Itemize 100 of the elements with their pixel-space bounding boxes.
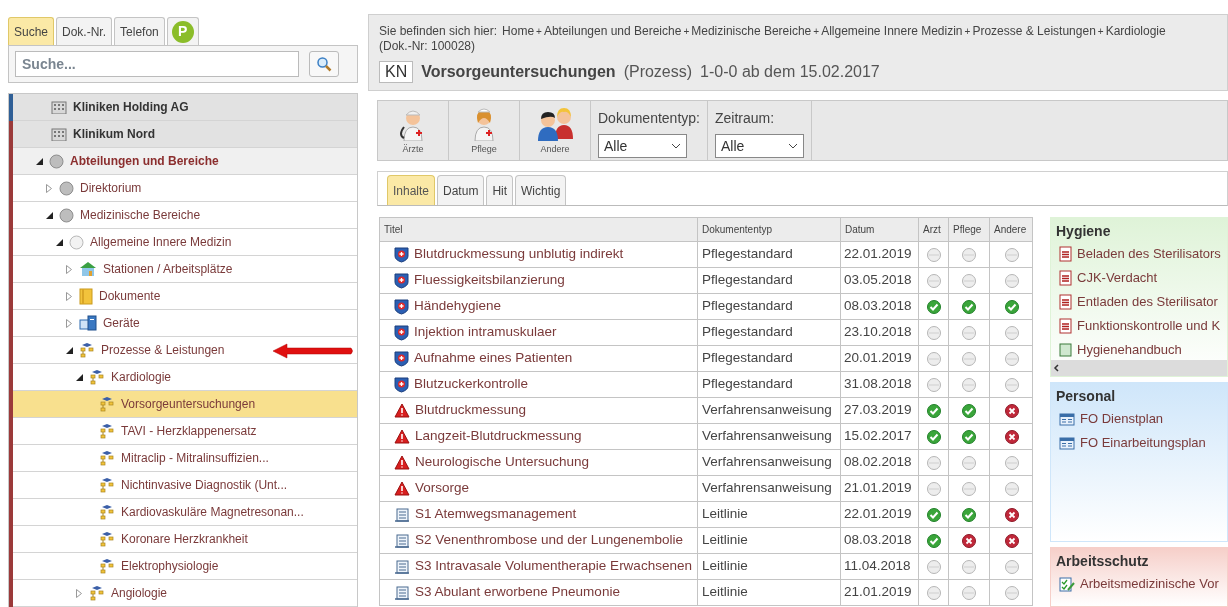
flowchart-icon <box>89 369 105 385</box>
column-header[interactable]: Dokumententyp <box>698 218 841 241</box>
table-cell: 23.10.2018 <box>841 320 919 345</box>
table-cell: Pflegestandard <box>698 346 841 371</box>
document-link[interactable]: Vorsorge <box>415 478 470 499</box>
table-cell: Pflegestandard <box>698 320 841 345</box>
table-cell: Leitlinie <box>698 502 841 527</box>
table-cell: Verfahrensanweisung <box>698 398 841 423</box>
role-button[interactable]: Pflege <box>449 101 520 160</box>
table-cell: 08.03.2018 <box>841 528 919 553</box>
search-tab[interactable]: Telefon <box>114 17 165 45</box>
table-cell: 21.01.2019 <box>841 580 919 605</box>
computer-icon <box>79 315 97 331</box>
column-header[interactable]: Andere <box>990 218 1033 241</box>
table-cell: 15.02.2017 <box>841 424 919 449</box>
panel-title: Arbeitsschutz <box>1055 552 1150 571</box>
view-tab[interactable]: Datum <box>437 175 485 205</box>
column-header[interactable]: Pflege <box>949 218 990 241</box>
document-link[interactable]: S3 Abulant erworbene Pneumonie <box>415 582 620 603</box>
view-tab[interactable]: Hit <box>486 175 514 205</box>
checklist-icon <box>1059 576 1075 592</box>
document-link[interactable]: S2 Venenthrombose und der Lungenembolie <box>415 530 683 551</box>
flowchart-icon <box>99 477 115 493</box>
table-cell: Leitlinie <box>698 554 841 579</box>
sphere-icon <box>59 180 74 196</box>
table-cell: Verfahrensanweisung <box>698 476 841 501</box>
table-cell: 03.05.2018 <box>841 268 919 293</box>
document-link[interactable]: FO Einarbeitungsplan <box>1080 433 1206 453</box>
flowchart-icon <box>79 342 95 358</box>
document-type: (Prozess) <box>623 62 693 82</box>
document-link[interactable]: S1 Atemwegsmanagement <box>415 504 577 525</box>
document-link[interactable]: Hygienehandbuch <box>1077 340 1182 360</box>
breadcrumb-link[interactable]: Medizinische Bereiche <box>691 24 812 39</box>
shield-icon <box>394 376 409 393</box>
document-link[interactable]: Entladen des Sterilisator <box>1077 292 1218 312</box>
document-link[interactable]: Aufnahme eines Patienten <box>414 348 573 369</box>
warning-icon <box>394 481 410 496</box>
breadcrumb-separator: + <box>813 25 820 39</box>
breadcrumb-separator: + <box>1097 25 1104 39</box>
breadcrumb-separator: + <box>683 25 690 39</box>
document-icon <box>1059 294 1072 310</box>
view-tab[interactable]: Wichtig <box>515 175 567 205</box>
warning-icon <box>394 403 410 418</box>
sphere-icon <box>69 234 84 250</box>
table-cell: Verfahrensanweisung <box>698 424 841 449</box>
filter-dropdown[interactable]: Alle <box>598 134 687 158</box>
document-number: (Dok.-Nr: 100028) <box>379 39 477 54</box>
search-button[interactable] <box>309 51 339 77</box>
document-link[interactable]: Langzeit-Blutdruckmessung <box>415 426 582 447</box>
search-field[interactable]: Suche... <box>15 51 299 77</box>
breadcrumb-link[interactable]: Kardiologie <box>1105 24 1166 39</box>
document-link[interactable]: Blutdruckmessung <box>415 400 527 421</box>
table-cell: Leitlinie <box>698 528 841 553</box>
document-link[interactable]: Beladen des Sterilisators <box>1077 244 1221 264</box>
view-tab[interactable]: Inhalte <box>387 175 436 205</box>
form-icon <box>1059 436 1075 450</box>
document-link[interactable]: Blutzuckerkontrolle <box>414 374 529 395</box>
breadcrumb-link[interactable]: Prozesse & Leistungen <box>972 24 1096 39</box>
sphere-icon <box>59 207 74 223</box>
document-link[interactable]: S3 Intravasale Volumentherapie Erwachsenen <box>415 556 692 577</box>
scroll-icon <box>394 507 410 522</box>
table-cell: Pflegestandard <box>698 268 841 293</box>
chevron-down-icon <box>787 143 798 149</box>
table-cell: 22.01.2019 <box>841 242 919 267</box>
folder-icon <box>79 287 93 305</box>
document-link[interactable]: Injektion intramuskulaer <box>414 322 557 343</box>
flowchart-icon <box>99 423 115 439</box>
shield-icon <box>394 324 409 341</box>
breadcrumb-link[interactable]: Allgemeine Innere Medizin <box>821 24 963 39</box>
search-tab[interactable]: Suche <box>8 17 55 45</box>
document-icon <box>1059 246 1072 262</box>
document-link[interactable]: Händehygiene <box>414 296 502 317</box>
column-header[interactable]: Titel <box>380 218 698 241</box>
flowchart-icon <box>99 396 115 412</box>
document-link[interactable]: Fluessigkeitsbilanzierung <box>414 270 565 291</box>
expand-triangle-icon <box>76 588 82 598</box>
filter-dropdown[interactable]: Alle <box>714 134 804 158</box>
collapse-triangle-icon <box>55 238 63 246</box>
breadcrumb-link[interactable]: Abteilungen und Bereiche <box>543 24 682 39</box>
table-cell: Pflegestandard <box>698 242 841 267</box>
column-header[interactable]: Arzt <box>919 218 949 241</box>
table-cell: Pflegestandard <box>698 294 841 319</box>
document-link[interactable]: Arbeitsmedizinische Vor <box>1080 574 1219 594</box>
column-header[interactable]: Datum <box>841 218 919 241</box>
shield-icon <box>394 350 409 367</box>
scroll-icon <box>394 585 410 600</box>
table-cell: 08.03.2018 <box>841 294 919 319</box>
table-cell: Verfahrensanweisung <box>698 450 841 475</box>
search-tab[interactable]: Dok.-Nr. <box>56 17 113 45</box>
document-link[interactable]: Funktionskontrolle und K <box>1077 316 1221 336</box>
expand-triangle-icon <box>66 291 72 301</box>
document-link[interactable]: Blutdruckmessung unblutig indirekt <box>414 244 624 265</box>
role-button[interactable]: Ärzte <box>378 101 449 160</box>
filter-label: Zeitraum: <box>714 109 776 128</box>
document-link[interactable]: FO Dienstplan <box>1080 409 1164 429</box>
breadcrumb-label: Sie befinden sich hier: <box>379 24 498 39</box>
document-link[interactable]: Neurologische Untersuchung <box>415 452 590 473</box>
role-button[interactable]: Andere <box>520 101 591 160</box>
breadcrumb-link[interactable]: Home <box>502 24 535 39</box>
document-link[interactable]: CJK-Verdacht <box>1077 268 1158 288</box>
